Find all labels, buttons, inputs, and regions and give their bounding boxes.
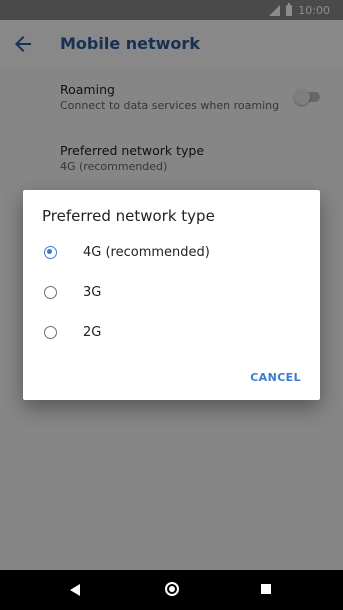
option-2g[interactable]: 2G <box>23 314 320 354</box>
cancel-button[interactable]: CANCEL <box>250 371 301 384</box>
radio-unchecked-icon[interactable] <box>44 286 57 299</box>
home-icon[interactable] <box>165 582 179 596</box>
back-icon[interactable] <box>70 584 80 596</box>
radio-checked-icon[interactable] <box>44 246 57 259</box>
option-label: 3G <box>83 285 102 300</box>
network-type-dialog: Preferred network type 4G (recommended) … <box>23 190 320 400</box>
recents-icon[interactable] <box>261 584 271 594</box>
radio-unchecked-icon[interactable] <box>44 326 57 339</box>
option-label: 4G (recommended) <box>83 245 210 260</box>
dialog-title: Preferred network type <box>42 207 215 225</box>
option-label: 2G <box>83 325 102 340</box>
option-3g[interactable]: 3G <box>23 274 320 314</box>
option-4g[interactable]: 4G (recommended) <box>23 234 320 274</box>
navigation-bar <box>0 570 343 610</box>
